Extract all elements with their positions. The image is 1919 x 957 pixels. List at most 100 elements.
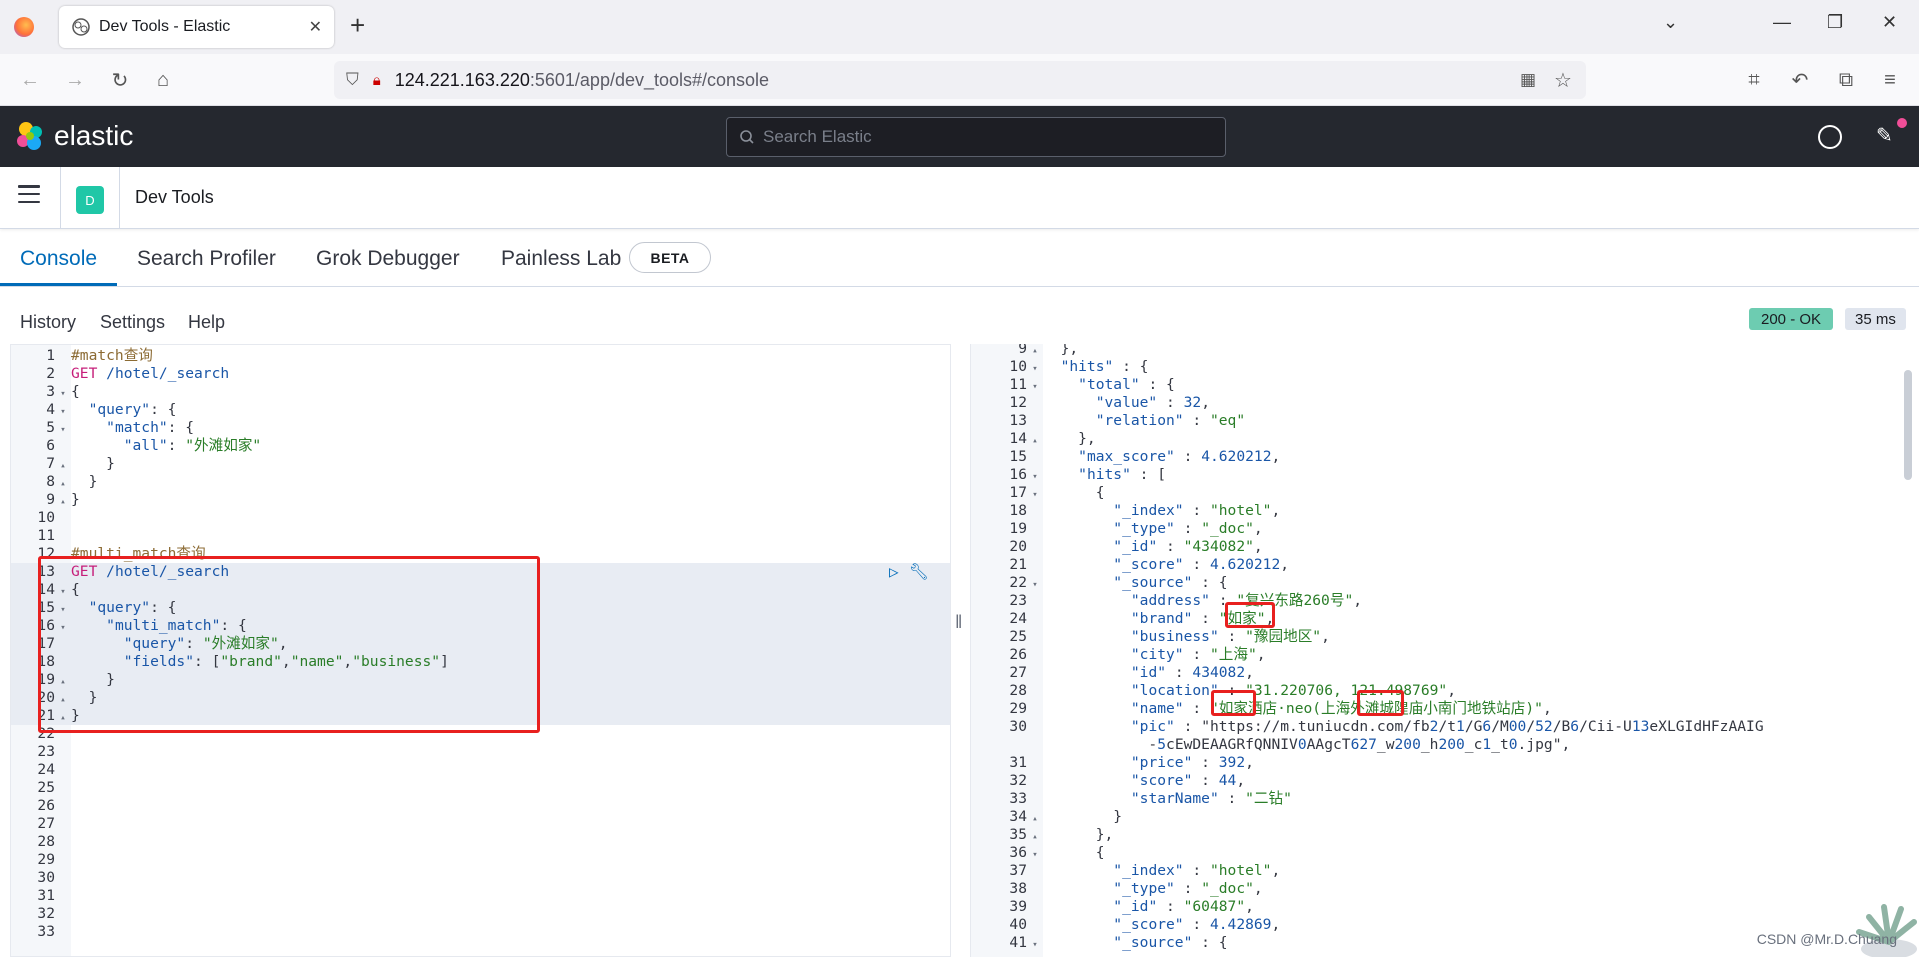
line-number: 3 (46, 383, 55, 400)
response-line: 10 ▾ "hits" : { (971, 358, 1919, 376)
tab-console[interactable]: Console (20, 247, 97, 271)
window-close-icon[interactable]: ✕ (1882, 12, 1897, 33)
help-icon[interactable] (1818, 125, 1842, 149)
request-line[interactable]: 25 (11, 779, 950, 797)
minimize-icon[interactable]: — (1773, 12, 1791, 33)
wrench-icon[interactable]: 🔧︎ (909, 562, 929, 581)
response-code: }, (1043, 826, 1114, 843)
line-number: 21 (1009, 556, 1027, 573)
insecure-lock-icon[interactable]: 🔒︎ (373, 72, 381, 89)
help-button[interactable]: Help (188, 312, 225, 333)
restore-icon[interactable]: ❐ (1827, 12, 1843, 33)
response-line: 32 "score" : 44, (971, 772, 1919, 790)
editor-panes: 1 #match查询 2 GET /hotel/_search 3 ▾{4 ▾ "query… (10, 344, 1919, 957)
undo-icon[interactable]: ↶ (1787, 67, 1813, 93)
request-line[interactable]: 27 (11, 815, 950, 833)
search-input[interactable] (763, 127, 1203, 147)
response-code: }, (1043, 430, 1096, 447)
menu-toggle-icon[interactable] (18, 185, 40, 203)
line-number: 6 (46, 437, 55, 454)
response-line: 35 ▴ }, (971, 826, 1919, 844)
elastic-logo[interactable]: elastic (14, 120, 133, 152)
response-line: 16 ▾ "hits" : [ (971, 466, 1919, 484)
line-number: 23 (37, 743, 55, 760)
request-editor[interactable]: 1 #match查询 2 GET /hotel/_search 3 ▾{4 ▾ "query… (10, 344, 951, 957)
request-line[interactable]: 10 (11, 509, 950, 527)
extensions-icon[interactable]: ⧉ (1833, 67, 1859, 93)
annotation-box (1357, 690, 1404, 716)
tab-search-profiler[interactable]: Search Profiler (137, 247, 276, 271)
send-request-icon[interactable]: ▷ (889, 562, 899, 581)
request-line[interactable]: 2 GET /hotel/_search (11, 365, 950, 383)
request-line[interactable]: 33 (11, 923, 950, 941)
request-line[interactable]: 28 (11, 833, 950, 851)
request-line[interactable]: 29 (11, 851, 950, 869)
request-line[interactable]: 9 ▴} (11, 491, 950, 509)
request-line[interactable]: 1 #match查询 (11, 347, 950, 365)
firefox-icon[interactable] (14, 17, 34, 37)
request-code: } (71, 455, 115, 472)
reload-icon[interactable]: ↻ (107, 67, 133, 93)
response-code: "hits" : [ (1078, 466, 1167, 483)
request-line[interactable]: 23 (11, 743, 950, 761)
request-line[interactable]: 7 ▴ } (11, 455, 950, 473)
response-code: "_id" : "60487", (1113, 898, 1254, 915)
pane-resizer[interactable]: ‖ (955, 612, 962, 633)
request-line[interactable]: 3 ▾{ (11, 383, 950, 401)
browser-tab[interactable]: Dev Tools - Elastic ✕ (59, 6, 334, 48)
request-line[interactable]: 30 (11, 869, 950, 887)
history-button[interactable]: History (20, 312, 76, 333)
bookmark-star-icon[interactable]: ☆ (1554, 68, 1572, 93)
back-icon[interactable]: ← (17, 67, 43, 93)
tab-painless-lab[interactable]: Painless Lab (501, 247, 621, 271)
settings-button[interactable]: Settings (100, 312, 165, 333)
close-tab-icon[interactable]: ✕ (309, 17, 322, 37)
line-number: 31 (37, 887, 55, 904)
browser-tab-bar: Dev Tools - Elastic ✕ + ⌄ — ❐ ✕ (0, 0, 1919, 54)
request-code: "all": "外滩如家" (123, 437, 262, 454)
new-tab-icon[interactable]: + (350, 10, 365, 41)
response-viewer[interactable]: 9 ▴ }, 10 ▾ "hits" : {11 ▾ "total" : {12 "va… (970, 344, 1919, 957)
line-number: 13 (1009, 412, 1027, 429)
response-line: 11 ▾ "total" : { (971, 376, 1919, 394)
request-line[interactable]: 5 ▾ "match": { (11, 419, 950, 437)
request-line[interactable]: 24 (11, 761, 950, 779)
line-number: 29 (37, 851, 55, 868)
url-bar[interactable]: ⛉ 🔒︎ 124.221.163.220:5601/app/dev_tools#… (334, 61, 1586, 99)
line-number: 27 (1009, 664, 1027, 681)
request-line[interactable]: 26 (11, 797, 950, 815)
request-line[interactable]: 8 ▴ } (11, 473, 950, 491)
forward-icon[interactable]: → (62, 67, 88, 93)
request-line[interactable]: 4 ▾ "query": { (11, 401, 950, 419)
response-code: "relation" : "eq" (1095, 412, 1246, 429)
screenshot-icon[interactable]: ⌗ (1741, 67, 1767, 93)
tab-grok-debugger[interactable]: Grok Debugger (316, 247, 460, 271)
response-scrollbar[interactable] (1904, 370, 1912, 480)
request-line[interactable]: 31 (11, 887, 950, 905)
fold-toggle-icon[interactable]: ▾ (1027, 936, 1043, 954)
response-code: "_type" : "_doc", (1113, 520, 1263, 537)
qr-code-icon[interactable]: ▦ (1520, 70, 1536, 90)
status-badge: 200 - OK (1749, 308, 1834, 330)
response-code: "_index" : "hotel", (1113, 862, 1281, 879)
global-search[interactable] (726, 117, 1226, 157)
home-icon[interactable]: ⌂ (150, 67, 176, 93)
response-line: 30 "pic" : "https://m.tuniucdn.com/fb2/t… (971, 718, 1919, 736)
devtools-tabs: Console Search Profiler Grok Debugger Pa… (0, 229, 1919, 287)
response-line: 21 "_score" : 4.620212, (971, 556, 1919, 574)
response-code: "_score" : 4.42869, (1113, 916, 1281, 933)
request-line[interactable]: 6 "all": "外滩如家" (11, 437, 950, 455)
line-number: 28 (37, 833, 55, 850)
response-code: "_type" : "_doc", (1113, 880, 1263, 897)
tab-list-icon[interactable]: ⌄ (1663, 12, 1678, 33)
request-line[interactable]: 11 (11, 527, 950, 545)
response-code: "city" : "上海", (1130, 646, 1266, 663)
request-line[interactable]: 32 (11, 905, 950, 923)
news-feed-icon[interactable]: ✎ (1876, 123, 1893, 148)
shield-icon[interactable]: ⛉ (346, 70, 359, 90)
response-line: 26 "city" : "上海", (971, 646, 1919, 664)
elastic-favicon-icon (72, 18, 90, 36)
app-menu-icon[interactable]: ≡ (1877, 67, 1903, 93)
space-avatar[interactable]: D (76, 186, 104, 214)
line-number: 16 (1009, 466, 1027, 483)
